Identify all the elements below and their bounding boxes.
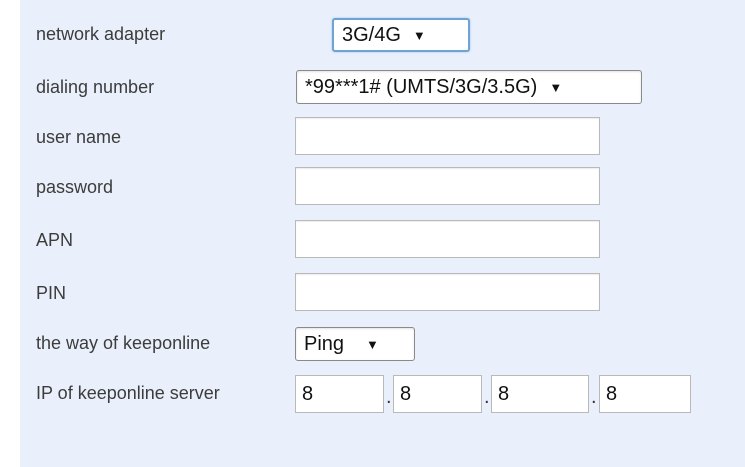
dialing-number-row: dialing number *99***1# (UMTS/3G/3.5G) ▼	[20, 69, 745, 107]
dialing-number-value: *99***1# (UMTS/3G/3.5G)	[305, 75, 538, 98]
keeponline-server-row: IP of keeponline server 8 . 8 . 8 . 8	[20, 374, 745, 416]
chevron-down-icon: ▼	[412, 27, 426, 43]
user-name-row: user name	[20, 117, 745, 157]
ip-octet-2-input[interactable]: 8	[393, 375, 482, 413]
network-adapter-select[interactable]: 3G/4G ▼	[332, 18, 470, 52]
ip-separator: .	[591, 386, 597, 408]
password-row: password	[20, 167, 745, 207]
apn-input[interactable]	[295, 220, 600, 258]
chevron-down-icon: ▼	[366, 336, 379, 352]
pin-label: PIN	[36, 283, 67, 303]
pin-row: PIN	[20, 273, 745, 313]
network-adapter-value: 3G/4G	[342, 23, 401, 46]
keeponline-way-row: the way of keeponline Ping ▼	[20, 326, 745, 364]
password-label: password	[36, 177, 114, 197]
network-adapter-label: network adapter	[36, 24, 166, 44]
dialing-number-select[interactable]: *99***1# (UMTS/3G/3.5G) ▼	[296, 70, 642, 104]
keeponline-way-label: the way of keeponline	[36, 333, 211, 353]
network-adapter-row: network adapter 3G/4G ▼	[20, 16, 745, 54]
password-input[interactable]	[295, 167, 600, 205]
apn-label: APN	[36, 230, 74, 250]
keeponline-server-label: IP of keeponline server	[36, 383, 220, 403]
ip-separator: .	[386, 386, 392, 408]
ip-octet-1-input[interactable]: 8	[295, 375, 384, 413]
ip-octet-3-input[interactable]: 8	[491, 375, 589, 413]
apn-row: APN	[20, 220, 745, 260]
pin-input[interactable]	[295, 273, 600, 311]
chevron-down-icon: ▼	[549, 79, 563, 95]
keeponline-way-value: Ping	[304, 332, 345, 355]
keeponline-way-select[interactable]: Ping ▼	[295, 327, 415, 361]
ip-octet-4-input[interactable]: 8	[599, 375, 691, 413]
settings-panel: network adapter 3G/4G ▼ dialing number *…	[20, 0, 745, 467]
ip-separator: .	[484, 386, 490, 408]
dialing-number-label: dialing number	[36, 77, 155, 97]
user-name-input[interactable]	[295, 117, 600, 155]
user-name-label: user name	[36, 127, 122, 147]
